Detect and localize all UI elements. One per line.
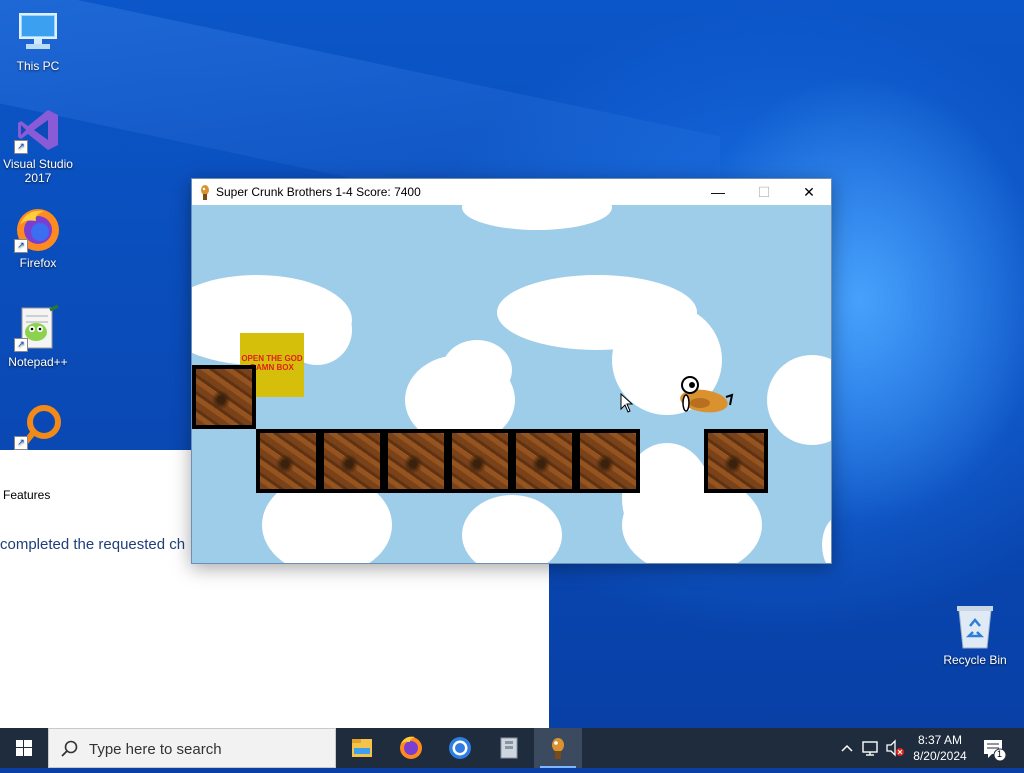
windows-logo-icon <box>16 740 32 756</box>
file-explorer-icon <box>352 739 372 757</box>
crate-block <box>512 429 576 493</box>
close-button[interactable]: ✕ <box>786 179 832 205</box>
crate-block <box>192 365 256 429</box>
desktop-icon-label: Recycle Bin <box>943 653 1007 667</box>
desktop-icon-firefox[interactable]: ↗ Firefox <box>0 205 76 270</box>
taskbar-firefox[interactable] <box>387 728 435 768</box>
search-placeholder: Type here to search <box>89 741 222 758</box>
desktop-icon-visual-studio[interactable]: ↗ Visual Studio 2017 <box>0 106 76 185</box>
crate-block <box>576 429 640 493</box>
show-hidden-icons-button[interactable] <box>838 728 856 768</box>
features-label: Features <box>3 488 51 502</box>
visual-studio-icon: ↗ <box>14 106 62 154</box>
clock-time: 8:37 AM <box>917 733 963 747</box>
volume-tray-button[interactable] <box>884 728 906 768</box>
chrome-icon <box>449 737 471 759</box>
start-button[interactable] <box>0 728 48 768</box>
maximize-icon: ☐ <box>757 184 771 200</box>
player-character <box>670 373 734 419</box>
shortcut-arrow-icon: ↗ <box>14 436 28 450</box>
desktop-icon-recycle-bin[interactable]: Recycle Bin <box>937 602 1013 667</box>
mouse-cursor-icon <box>620 392 634 418</box>
cloud <box>442 340 512 400</box>
window-title: Super Crunk Brothers 1-4 Score: 7400 <box>216 185 421 199</box>
taskbar-file-explorer[interactable] <box>338 728 386 768</box>
crate-block <box>448 429 512 493</box>
minimize-icon: — <box>711 184 725 200</box>
desktop-icon-label: Firefox <box>19 256 57 270</box>
crunk-game-icon <box>198 184 212 200</box>
notification-icon <box>984 740 1007 762</box>
cloud <box>462 495 562 563</box>
firefox-icon <box>400 736 422 759</box>
volume-muted-icon <box>886 739 904 757</box>
notification-count: 1 <box>997 749 1003 759</box>
desktop-icon-notepad-plus-plus[interactable]: ↗ Notepad++ <box>0 304 76 369</box>
game-canvas[interactable]: OPEN THE GOD DAMN BOX <box>192 205 831 563</box>
crunk-game-icon <box>552 738 564 759</box>
close-icon: ✕ <box>803 184 815 200</box>
taskbar: Type here to search 8:37 AM 8/20/2024 1 <box>0 728 1024 768</box>
shortcut-arrow-icon: ↗ <box>14 140 28 154</box>
minimize-button[interactable]: — <box>695 179 741 205</box>
chevron-up-icon <box>841 744 853 752</box>
window-titlebar[interactable]: Super Crunk Brothers 1-4 Score: 7400 — ☐… <box>192 179 831 205</box>
status-text: completed the requested ch <box>0 536 186 553</box>
computer-icon <box>14 8 62 56</box>
taskbar-archive-app[interactable] <box>485 728 533 768</box>
shortcut-arrow-icon: ↗ <box>14 338 28 352</box>
desktop-icon-search-app[interactable]: ↗ <box>0 402 76 453</box>
taskbar-crunk-game[interactable] <box>534 728 582 768</box>
desktop-icon-label: Notepad++ <box>8 355 68 369</box>
magnifier-app-icon: ↗ <box>14 402 62 450</box>
crate-block <box>704 429 768 493</box>
crate-block <box>256 429 320 493</box>
action-center-button[interactable]: 1 <box>978 728 1008 768</box>
desktop-icon-label: This PC <box>16 59 60 73</box>
cloud <box>767 355 831 445</box>
taskbar-chrome[interactable] <box>436 728 484 768</box>
taskbar-search-box[interactable]: Type here to search <box>48 728 336 768</box>
cloud <box>822 515 831 563</box>
crate-block <box>320 429 384 493</box>
game-window[interactable]: Super Crunk Brothers 1-4 Score: 7400 — ☐… <box>191 178 832 564</box>
desktop-icon-this-pc[interactable]: This PC <box>0 8 76 73</box>
archive-app-icon <box>500 737 518 759</box>
network-icon <box>862 741 878 756</box>
notepad-plus-plus-icon: ↗ <box>14 304 62 352</box>
cloud <box>462 205 612 230</box>
network-tray-button[interactable] <box>860 728 882 768</box>
recycle-bin-icon <box>951 602 999 650</box>
desktop-icon-label: Visual Studio 2017 <box>3 157 73 185</box>
firefox-icon: ↗ <box>14 205 62 253</box>
clock-date: 8/20/2024 <box>913 749 967 763</box>
maximize-button: ☐ <box>741 179 787 205</box>
taskbar-clock[interactable]: 8:37 AM 8/20/2024 <box>906 732 974 764</box>
crate-block <box>384 429 448 493</box>
shortcut-arrow-icon: ↗ <box>14 239 28 253</box>
search-icon <box>61 740 78 757</box>
